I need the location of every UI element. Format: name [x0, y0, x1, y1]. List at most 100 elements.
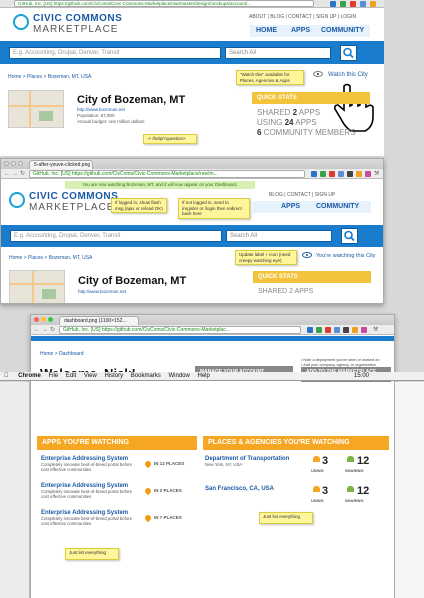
- places-watching-header: PLACES & AGENCIES YOU'RE WATCHING: [203, 436, 389, 450]
- extension-icon[interactable]: [330, 1, 336, 7]
- eye-icon[interactable]: [313, 71, 323, 77]
- extension-icon[interactable]: [356, 171, 362, 177]
- top-links[interactable]: ABOUT | BLOG | CONTACT | SIGN UP | LOGIN: [249, 14, 356, 20]
- background-window-right: [395, 382, 424, 598]
- city-title: City of Bozeman, MT: [77, 94, 186, 106]
- menu-bookmarks[interactable]: Bookmarks: [131, 373, 161, 379]
- menu-clock[interactable]: 15:00: [354, 372, 369, 381]
- logo-line2[interactable]: MARKETPLACE: [29, 202, 114, 213]
- breadcrumb[interactable]: Home > Places > Bozeman, MT, USA: [8, 74, 91, 80]
- city-website-link[interactable]: http://www.bozeman.net: [78, 289, 126, 295]
- wrench-icon[interactable]: ⚒: [374, 170, 379, 178]
- extension-icon[interactable]: [340, 1, 346, 7]
- note-list-everything-apps: Just list everything: [65, 548, 119, 560]
- extension-icon[interactable]: [343, 327, 349, 333]
- sharing-count: 12: [357, 455, 370, 467]
- extension-icon[interactable]: [334, 327, 340, 333]
- extension-icon[interactable]: [361, 327, 367, 333]
- search-scope-select[interactable]: Search All: [225, 47, 331, 59]
- search-input[interactable]: E.g. Accounting, Drupal, Denver, Transit: [10, 230, 222, 242]
- app-item[interactable]: Enterprise Addressing System Completely …: [41, 510, 191, 532]
- extension-icon[interactable]: [347, 171, 353, 177]
- reload-icon[interactable]: ↻: [50, 326, 55, 334]
- address-bar[interactable]: GitHub, Inc. [US] https://github.com/Civ…: [29, 170, 305, 178]
- extension-icon[interactable]: [320, 171, 326, 177]
- app-item[interactable]: Enterprise Addressing System Completely …: [41, 456, 191, 478]
- logo-line1[interactable]: CIVIC COMMONS: [33, 13, 122, 24]
- breadcrumb[interactable]: Home > Dashboard: [40, 351, 84, 357]
- nav-community[interactable]: COMMUNITY: [316, 203, 359, 210]
- zoom-dot[interactable]: [18, 161, 23, 166]
- close-dot[interactable]: [4, 161, 9, 166]
- back-icon[interactable]: ←: [34, 326, 40, 334]
- top-links[interactable]: BLOG | CONTACT | SIGN UP: [269, 192, 335, 198]
- extension-icon[interactable]: [307, 327, 313, 333]
- place-item[interactable]: San Francisco, CA, USA 3 USING 12 SHARIN…: [205, 485, 389, 512]
- extension-icon[interactable]: [365, 171, 371, 177]
- logo-icon[interactable]: [9, 192, 25, 208]
- browser-tab[interactable]: 5-after-youve-clicked.png: [29, 160, 93, 169]
- search-input[interactable]: E.g. Accounting, Drupal, Denver, Transit: [9, 47, 221, 59]
- nav-home[interactable]: HOME: [256, 27, 277, 34]
- stat-using: USING 24 APPS: [257, 118, 317, 127]
- extension-icon[interactable]: [360, 1, 366, 7]
- watch-city-link[interactable]: Watch this City: [328, 72, 368, 78]
- mac-menu-bar:  Chrome File Edit View History Bookmark…: [0, 372, 424, 381]
- city-map-thumbnail: [8, 90, 64, 128]
- close-dot[interactable]: [34, 317, 39, 322]
- note-watch-this: "Watch this" available for Places, Agenc…: [236, 70, 304, 85]
- user-icon: [347, 456, 354, 462]
- apple-icon[interactable]: : [4, 373, 9, 379]
- extension-icon[interactable]: [350, 1, 356, 7]
- menu-edit[interactable]: Edit: [66, 373, 76, 379]
- logo-line1[interactable]: CIVIC COMMONS: [29, 191, 118, 202]
- add-item[interactable]: • Add your company, agency, or organizat…: [301, 363, 391, 368]
- nav-apps[interactable]: APPS: [291, 27, 310, 34]
- app-item[interactable]: Enterprise Addressing System Completely …: [41, 483, 191, 505]
- place-item[interactable]: Department of Transportation New York, N…: [205, 455, 389, 482]
- nav-apps[interactable]: APPS: [281, 203, 300, 210]
- menu-view[interactable]: View: [84, 373, 97, 379]
- logo-line2[interactable]: MARKETPLACE: [33, 24, 118, 35]
- extension-icon[interactable]: [329, 171, 335, 177]
- minimize-dot[interactable]: [11, 161, 16, 166]
- city-title: City of Bozeman, MT: [78, 275, 187, 287]
- reload-icon[interactable]: ↻: [20, 170, 25, 178]
- browser-toolbar: ← → ↻ GitHub, Inc. [US] https://github.c…: [1, 169, 383, 179]
- menu-help[interactable]: Help: [198, 373, 210, 379]
- logo-icon[interactable]: [13, 14, 29, 30]
- extension-icon[interactable]: [311, 171, 317, 177]
- nav-community[interactable]: COMMUNITY: [321, 27, 364, 34]
- back-icon[interactable]: ←: [4, 170, 10, 178]
- mockup-window-account: GitHub, Inc. [US] https://github.com/Civ…: [0, 0, 384, 156]
- menu-window[interactable]: Window: [168, 373, 189, 379]
- wrench-icon[interactable]: ⚒: [373, 326, 378, 334]
- watching-city-link[interactable]: You're watching this City: [316, 253, 376, 259]
- extension-icon[interactable]: [316, 327, 322, 333]
- extension-icon[interactable]: [370, 1, 376, 7]
- menu-history[interactable]: History: [104, 373, 123, 379]
- search-button[interactable]: [340, 45, 357, 61]
- forward-icon[interactable]: →: [12, 170, 18, 178]
- eye-icon[interactable]: [302, 252, 312, 258]
- zoom-dot[interactable]: [48, 317, 53, 322]
- sharing-count: 12: [357, 485, 370, 497]
- search-bar: E.g. Accounting, Drupal, Denver, Transit…: [1, 225, 383, 247]
- menu-file[interactable]: File: [49, 373, 59, 379]
- browser-tab[interactable]: dashboard.png (1100×152...: [59, 316, 139, 325]
- forward-icon[interactable]: →: [42, 326, 48, 334]
- address-bar[interactable]: GitHub, Inc. [US] https://github.com/Civ…: [14, 0, 314, 7]
- browser-toolbar: GitHub, Inc. [US] https://github.com/Civ…: [0, 0, 384, 8]
- menu-chrome[interactable]: Chrome: [18, 373, 41, 379]
- breadcrumb[interactable]: Home > Places > Bozeman, MT, USA: [9, 255, 92, 261]
- extension-icon[interactable]: [352, 327, 358, 333]
- user-icon: [347, 486, 354, 492]
- quick-stats-header: QUICK STATS: [252, 92, 370, 104]
- address-bar[interactable]: GitHub, Inc. [US] https://github.com/Civ…: [59, 326, 301, 334]
- search-scope-select[interactable]: Search All: [226, 230, 332, 242]
- minimize-dot[interactable]: [41, 317, 46, 322]
- extension-icon[interactable]: [325, 327, 331, 333]
- app-places-count: IN 12 PLACES: [154, 461, 185, 466]
- search-button[interactable]: [341, 228, 358, 244]
- extension-icon[interactable]: [338, 171, 344, 177]
